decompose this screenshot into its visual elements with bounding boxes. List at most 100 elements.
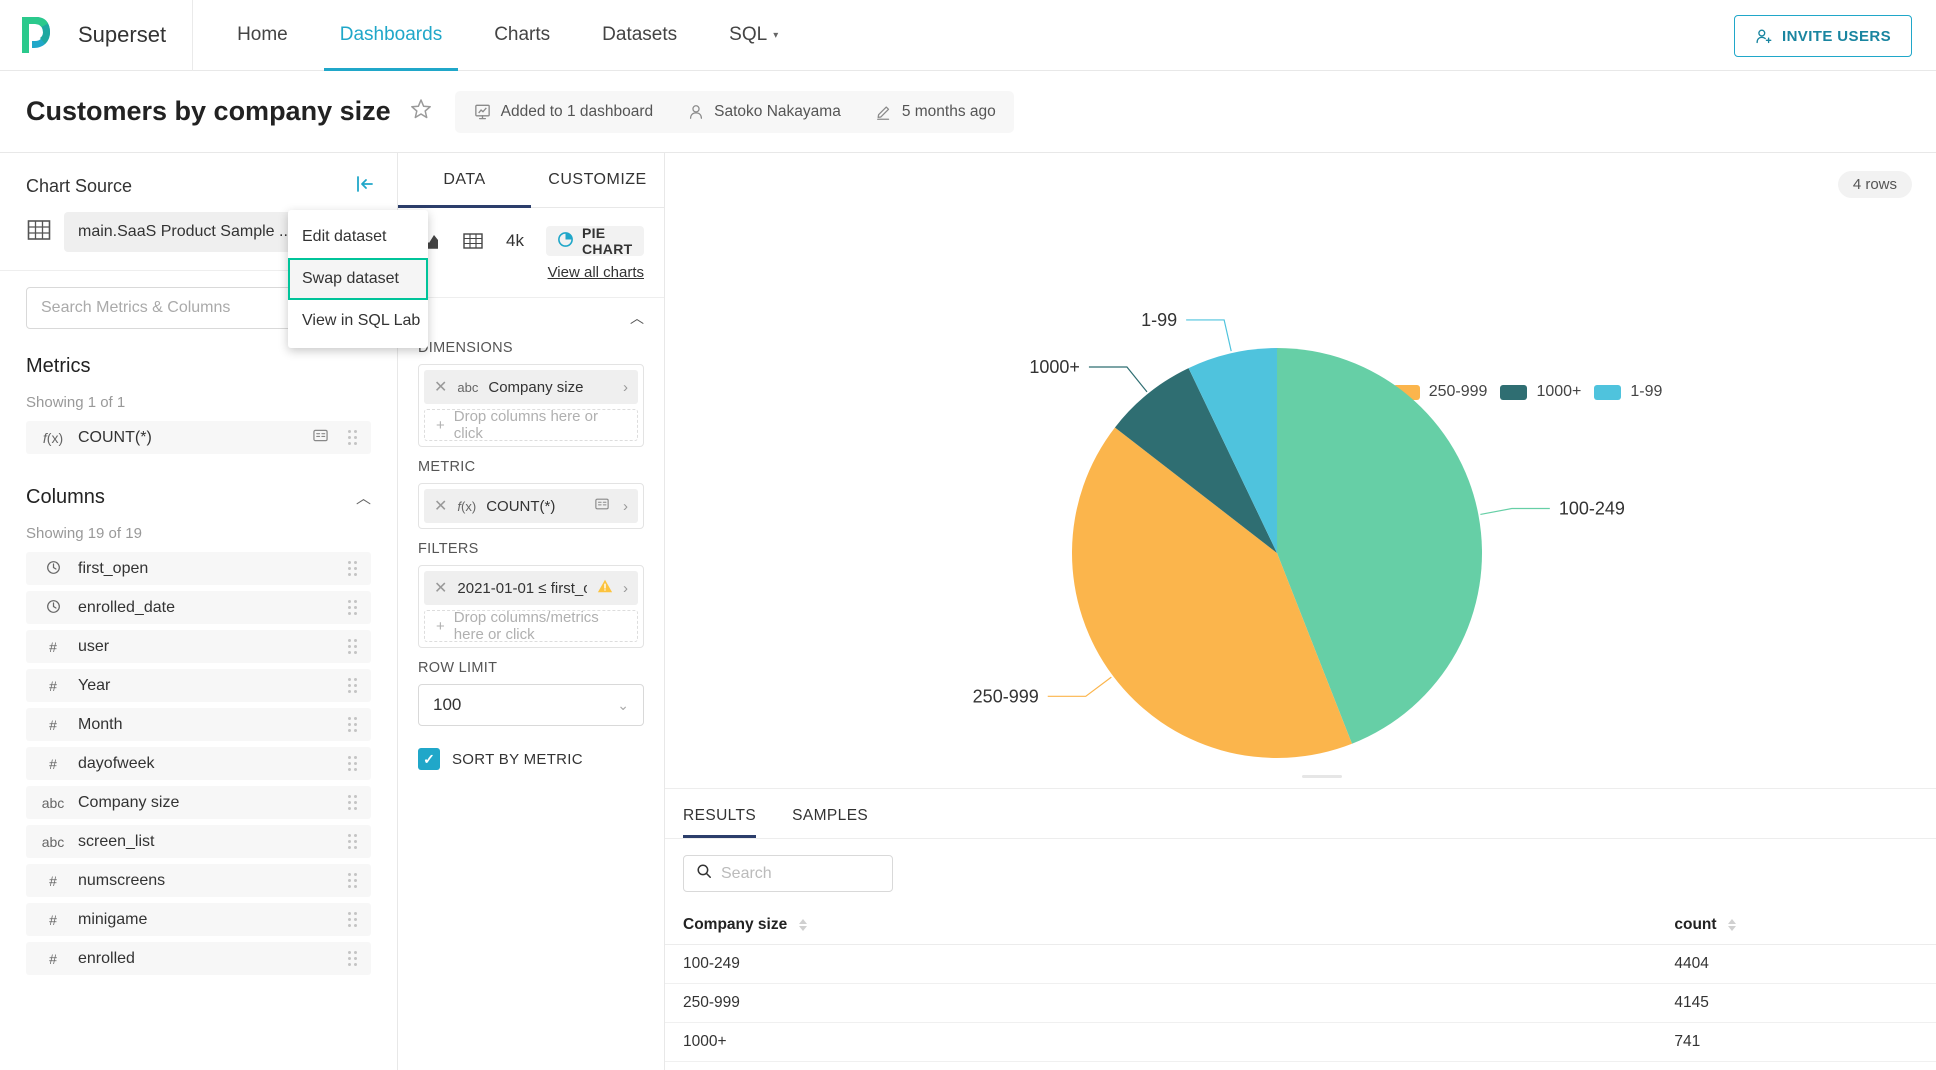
row-limit-select[interactable]: 100 ⌄ [418, 684, 644, 726]
drag-handle-icon[interactable] [348, 795, 357, 810]
panel-resize-handle[interactable] [1302, 775, 1342, 778]
tab-results[interactable]: RESULTS [683, 807, 757, 838]
remove-filter-icon[interactable]: ✕ [434, 578, 447, 598]
meta-owner[interactable]: Satoko Nakayama [687, 103, 841, 121]
pie-chart[interactable]: 100-249 250-999 1000+ 1-99 [665, 153, 1936, 778]
hash-icon: # [49, 872, 57, 889]
column-item[interactable]: # dayofweek [26, 747, 371, 780]
dimensions-drop-zone[interactable]: ✕ abc Company size › + Drop columns here… [418, 364, 644, 447]
search-icon [696, 863, 712, 884]
filters-drop-zone[interactable]: ✕ 2021-01-01 ≤ first_open < 2023... › + … [418, 565, 644, 648]
column-item[interactable]: # numscreens [26, 864, 371, 897]
dimension-chip[interactable]: ✕ abc Company size › [424, 370, 638, 404]
drag-handle-icon[interactable] [348, 951, 357, 966]
chevron-up-icon[interactable]: ︿ [356, 487, 371, 508]
pie-label-leader-line [1480, 507, 1550, 516]
drag-handle-icon[interactable] [348, 912, 357, 927]
query-section-collapse[interactable]: ︿ [398, 298, 664, 328]
drag-handle-icon[interactable] [348, 834, 357, 849]
metric-chip[interactable]: ✕ f(x) COUNT(*) › [424, 489, 638, 523]
fx-icon: f(x) [42, 429, 64, 446]
nav-link-sql[interactable]: SQL ▾ [703, 0, 804, 71]
drag-handle-icon[interactable] [348, 873, 357, 888]
tab-customize[interactable]: CUSTOMIZE [531, 153, 664, 207]
sort-by-metric-checkbox[interactable]: ✓ [418, 748, 440, 770]
table-row[interactable]: 100-249 4404 [665, 944, 1936, 984]
meta-dashboard-count[interactable]: Added to 1 dashboard [473, 102, 653, 121]
column-item[interactable]: # enrolled [26, 942, 371, 975]
fx-icon: f(x) [457, 498, 477, 514]
tab-customize-label: CUSTOMIZE [548, 171, 647, 188]
chevron-right-icon[interactable]: › [623, 379, 628, 396]
viz-type-pill[interactable]: PIE CHART [545, 225, 644, 257]
table-row[interactable]: 1000+ 741 [665, 1022, 1936, 1062]
nav-link-dashboards[interactable]: Dashboards [314, 0, 468, 71]
column-item[interactable]: # Year [26, 669, 371, 702]
column-item[interactable]: # user [26, 630, 371, 663]
column-header-count[interactable]: count [1656, 906, 1936, 945]
pie-slice-label: 1-99 [1141, 310, 1177, 330]
nav-link-datasets[interactable]: Datasets [576, 0, 703, 71]
column-item[interactable]: abc screen_list [26, 825, 371, 858]
superset-logo-icon[interactable] [0, 15, 68, 55]
results-search-input[interactable] [721, 864, 880, 883]
drag-handle-icon[interactable] [348, 678, 357, 693]
viz-type-label: PIE CHART [581, 225, 633, 257]
menu-item-swap-dataset[interactable]: Swap dataset [288, 258, 428, 300]
table-row[interactable]: 250-999 4145 [665, 983, 1936, 1023]
columns-section-header[interactable]: Columns ︿ [0, 460, 397, 509]
sort-by-metric-row[interactable]: ✓ SORT BY METRIC [398, 726, 664, 770]
chevron-up-icon[interactable]: ︿ [630, 308, 644, 328]
menu-item-edit-dataset-label: Edit dataset [302, 228, 387, 245]
column-item[interactable]: abc Company size [26, 786, 371, 819]
drag-handle-icon[interactable] [348, 430, 357, 445]
sort-arrows-icon[interactable] [798, 918, 807, 931]
column-header-company-size[interactable]: Company size [665, 906, 1657, 945]
tab-data[interactable]: DATA [398, 153, 531, 208]
dataset-name-label: main.SaaS Product Sample ... [78, 223, 293, 240]
drag-handle-icon[interactable] [348, 756, 357, 771]
dimensions-drop-hint[interactable]: + Drop columns here or click [424, 408, 638, 442]
certified-badge-icon [595, 497, 609, 516]
table-chart-icon[interactable] [462, 231, 484, 251]
remove-metric-icon[interactable]: ✕ [434, 496, 447, 516]
nav-link-charts[interactable]: Charts [468, 0, 576, 71]
chevron-right-icon[interactable]: › [623, 580, 628, 597]
remove-dimension-icon[interactable]: ✕ [434, 377, 447, 397]
column-item[interactable]: # minigame [26, 903, 371, 936]
results-panel: RESULTS SAMPLES Company size [665, 788, 1936, 1070]
sort-arrows-icon[interactable] [1727, 918, 1736, 931]
column-item[interactable]: # Month [26, 708, 371, 741]
column-item-label: Company size [78, 793, 180, 811]
tab-samples[interactable]: SAMPLES [792, 807, 868, 838]
drag-handle-icon[interactable] [348, 561, 357, 576]
menu-item-view-in-sql-lab[interactable]: View in SQL Lab [288, 300, 428, 342]
chevron-right-icon[interactable]: › [623, 498, 628, 515]
nav-link-home[interactable]: Home [211, 0, 314, 71]
drag-handle-icon[interactable] [348, 639, 357, 654]
brand-name[interactable]: Superset [68, 0, 194, 71]
favorite-star-icon[interactable] [409, 97, 433, 126]
chevron-down-icon[interactable]: ⌄ [617, 697, 629, 714]
column-item[interactable]: enrolled_date [26, 591, 371, 624]
metric-item-count[interactable]: f(x) COUNT(*) [26, 421, 371, 454]
meta-last-modified[interactable]: 5 months ago [875, 103, 996, 121]
chart-source-heading: Chart Source [26, 176, 133, 196]
filters-label: FILTERS [418, 541, 479, 557]
filters-drop-hint[interactable]: + Drop columns/metrics here or click [424, 609, 638, 643]
filter-chip[interactable]: ✕ 2021-01-01 ≤ first_open < 2023... › [424, 571, 638, 605]
pie-slice-label: 100-249 [1559, 499, 1625, 519]
invite-users-button[interactable]: INVITE USERS [1734, 15, 1912, 57]
drag-handle-icon[interactable] [348, 717, 357, 732]
results-search-box[interactable] [683, 855, 893, 892]
viz-count-label[interactable]: 4k [506, 231, 524, 251]
view-all-charts-link[interactable]: View all charts [398, 256, 664, 281]
nav-link-datasets-label: Datasets [602, 24, 678, 45]
plus-icon: + [436, 416, 445, 434]
metric-drop-zone[interactable]: ✕ f(x) COUNT(*) › [418, 483, 644, 529]
collapse-panel-icon[interactable] [355, 175, 375, 198]
menu-item-edit-dataset[interactable]: Edit dataset [288, 216, 428, 258]
drag-handle-icon[interactable] [348, 600, 357, 615]
pie-slice-label: 1000+ [1029, 357, 1080, 377]
column-item[interactable]: first_open [26, 552, 371, 585]
